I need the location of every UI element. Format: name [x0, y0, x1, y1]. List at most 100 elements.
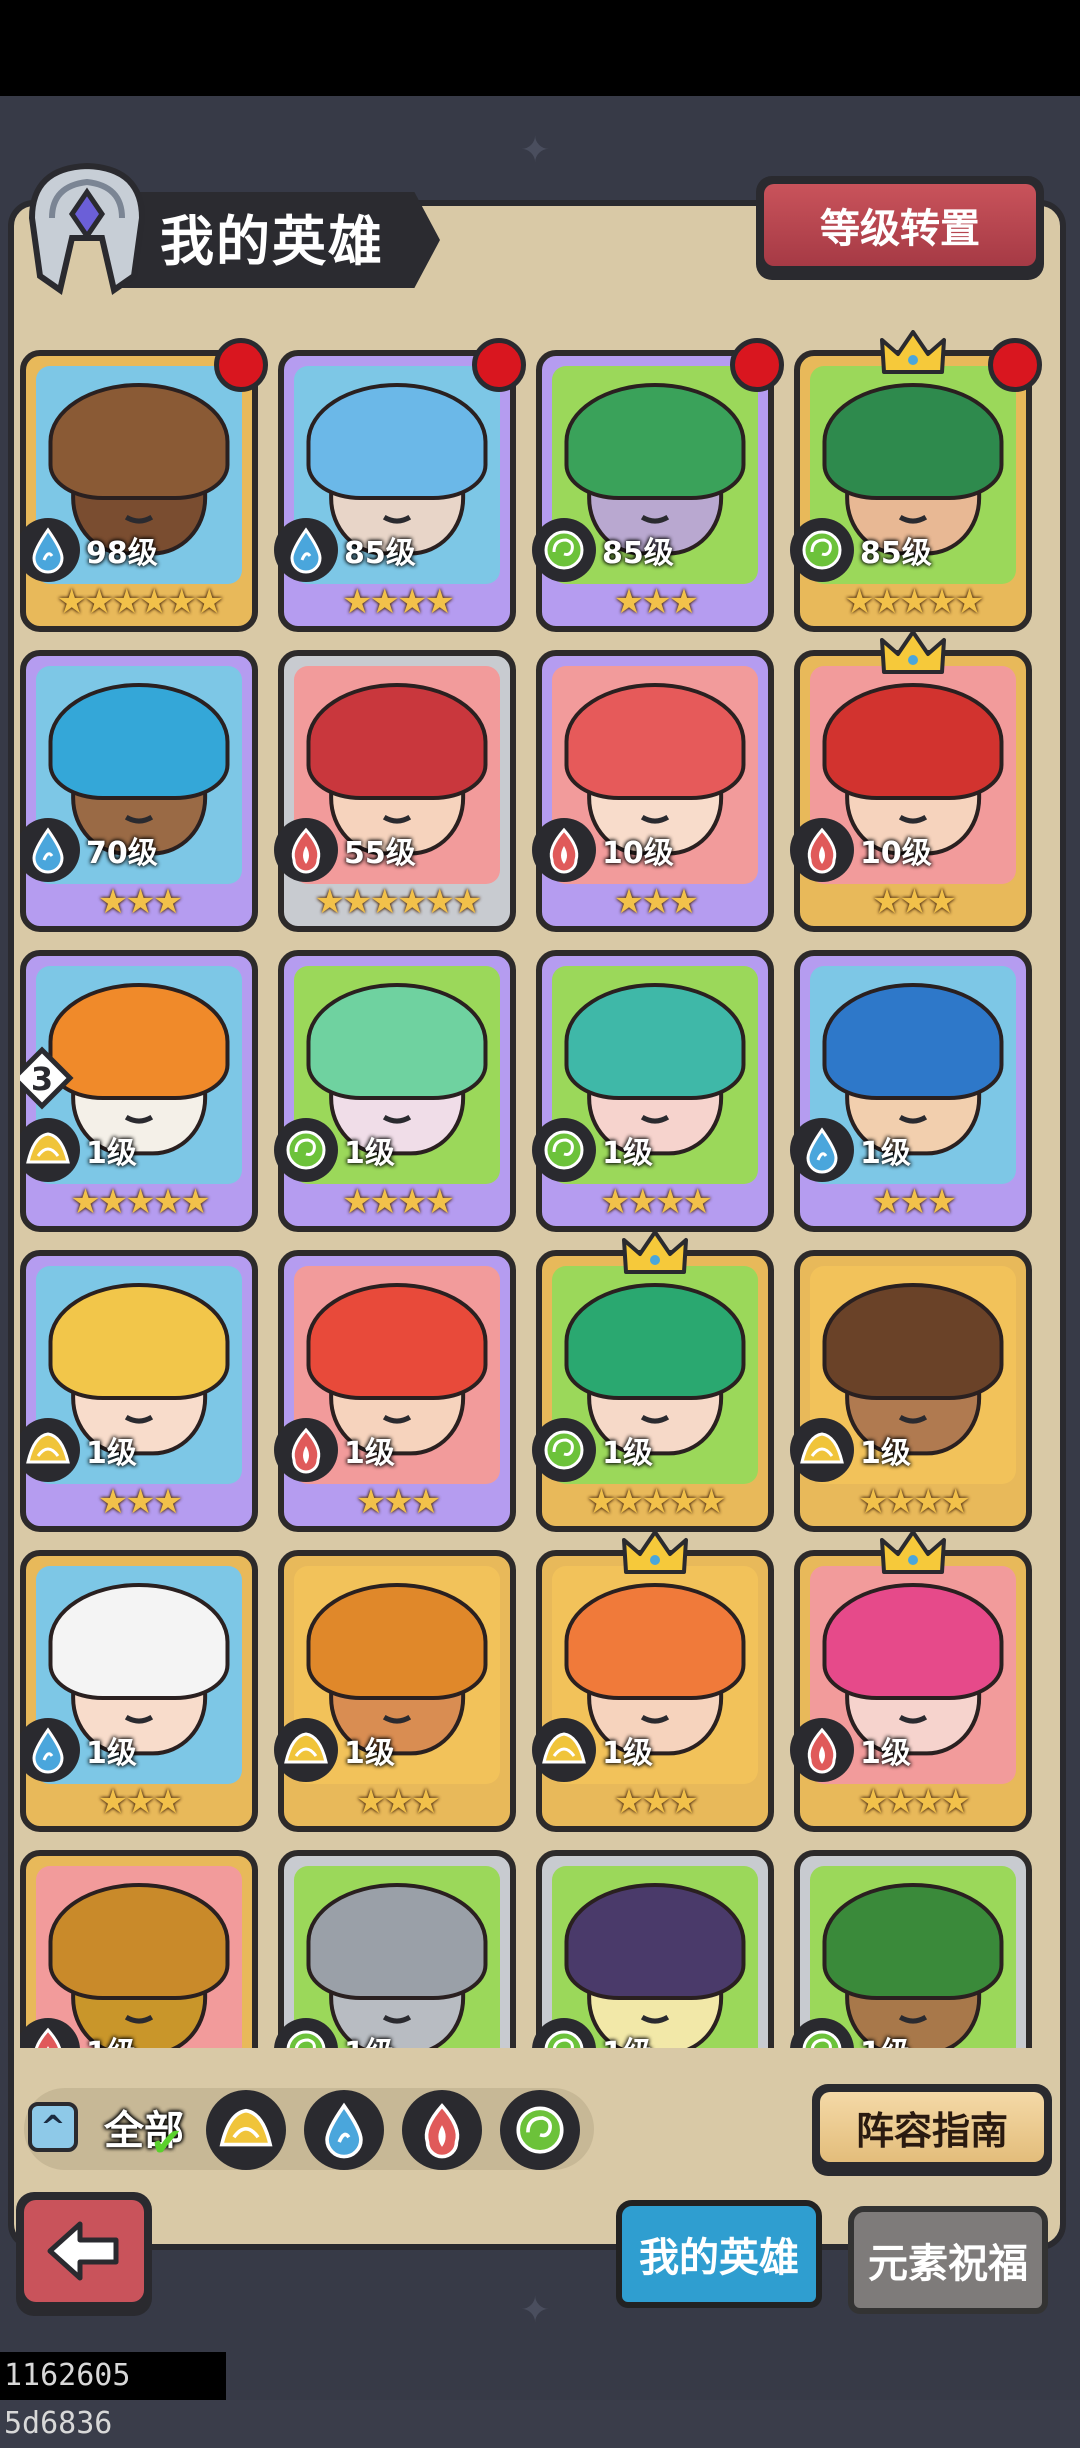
- hero-hair: [564, 983, 746, 1101]
- collapse-toggle-button[interactable]: ^: [28, 2102, 78, 2152]
- hero-level: 1级: [602, 2028, 653, 2048]
- hero-stars: ★★★: [613, 1782, 699, 1822]
- hero-stars: ★★★: [613, 582, 699, 622]
- hero-card[interactable]: 1级 ★★★: [274, 1550, 516, 1832]
- hero-stars: ★★★★: [858, 1782, 971, 1822]
- notification-dot: [988, 338, 1042, 392]
- tab-element-blessing[interactable]: 元素祝福: [848, 2206, 1048, 2314]
- build-id: 1162605 5d6836: [0, 2352, 226, 2441]
- hero-hair: [564, 1883, 746, 2001]
- rank-badge: 3: [20, 1046, 74, 1110]
- fire-element-icon: [274, 818, 338, 882]
- hero-level: 1级: [860, 1736, 911, 1771]
- hero-grid[interactable]: 98级 ★★★★★★ 85级 ★★★★ 85级 ★★★ 85级 ★★★★★ 70级 ★★★ 55级 ★…: [20, 330, 1060, 2048]
- hero-level: 98级: [86, 536, 158, 571]
- hero-card[interactable]: 85级 ★★★: [532, 338, 784, 632]
- hero-hair: [564, 1283, 746, 1401]
- hero-card[interactable]: 1级 ★★★★: [790, 1530, 1032, 1832]
- hero-stars: ★★★: [355, 1482, 441, 1522]
- hero-level: 85级: [344, 536, 416, 571]
- hero-stars: ★★★: [97, 1782, 183, 1822]
- filter-earth-icon[interactable]: [206, 2090, 286, 2170]
- wind-element-icon: [532, 1418, 596, 1482]
- crown-icon: [880, 1530, 946, 1574]
- hero-hair: [306, 1583, 488, 1701]
- hero-portrait: [810, 1866, 1016, 2048]
- fire-element-icon: [274, 1418, 338, 1482]
- crown-icon: [880, 630, 946, 674]
- hero-hair: [822, 383, 1004, 501]
- hero-hair: [822, 1583, 1004, 1701]
- hero-stars: ★★★★: [600, 1182, 713, 1222]
- hero-portrait: [294, 1866, 500, 2048]
- filter-water-icon[interactable]: [304, 2090, 384, 2170]
- hero-level: 85级: [602, 536, 674, 571]
- hero-level: 55级: [344, 836, 416, 871]
- filter-wind-icon[interactable]: [500, 2090, 580, 2170]
- hero-level: 1级: [86, 2028, 137, 2048]
- hero-card[interactable]: 1级: [274, 1850, 516, 2048]
- hero-level: 1级: [602, 1436, 653, 1471]
- earth-element-icon: [532, 1718, 596, 1782]
- hero-stars: ★★★★★★: [314, 882, 483, 922]
- hero-card[interactable]: 70级 ★★★: [20, 650, 258, 932]
- lineup-guide-button[interactable]: 阵容指南: [812, 2084, 1052, 2176]
- level-transfer-button[interactable]: 等级转置: [756, 176, 1044, 280]
- hero-hair: [564, 683, 746, 801]
- wind-element-icon: [274, 1118, 338, 1182]
- hero-card[interactable]: 85级 ★★★★★: [790, 330, 1042, 632]
- wind-element-icon: [532, 1118, 596, 1182]
- hero-hair: [48, 683, 230, 801]
- hero-hair: [564, 1583, 746, 1701]
- tab-my-heroes[interactable]: 我的英雄: [616, 2200, 822, 2308]
- notification-dot: [214, 338, 268, 392]
- hero-level: 85级: [860, 536, 932, 571]
- crown-icon: [622, 1530, 688, 1574]
- hero-stars: ★★★: [97, 1482, 183, 1522]
- hero-level: 70级: [86, 836, 158, 871]
- hero-card[interactable]: 1级 ★★★: [20, 1550, 258, 1832]
- fire-element-icon: [532, 818, 596, 882]
- hero-card[interactable]: 1级 ★★★: [790, 950, 1032, 1232]
- hero-card[interactable]: 10级 ★★★: [790, 630, 1032, 932]
- hero-card[interactable]: 98级 ★★★★★★: [20, 338, 268, 632]
- hero-hair: [48, 383, 230, 501]
- hero-card[interactable]: 1级 ★★★★: [790, 1250, 1032, 1532]
- hero-level: 10级: [860, 836, 932, 871]
- hero-hair: [822, 1283, 1004, 1401]
- hero-level: 1级: [344, 2028, 395, 2048]
- hero-card[interactable]: 1级: [20, 1850, 258, 2048]
- hero-stars: ★★★★★: [844, 582, 984, 622]
- hero-level: 1级: [86, 1736, 137, 1771]
- hero-stars: ★★★★: [342, 582, 455, 622]
- hero-hair: [48, 1583, 230, 1701]
- hero-card[interactable]: 10级 ★★★: [532, 650, 774, 932]
- hero-hair: [48, 1283, 230, 1401]
- page-title: 我的英雄: [160, 210, 384, 273]
- water-element-icon: [790, 1118, 854, 1182]
- hero-level: 1级: [860, 1136, 911, 1171]
- hero-card[interactable]: 1级: [790, 1850, 1032, 2048]
- hero-card[interactable]: 1级 ★★★★★: [532, 1230, 774, 1532]
- hero-card[interactable]: 55级 ★★★★★★: [274, 650, 516, 932]
- hero-card[interactable]: 1级: [532, 1850, 774, 2048]
- back-button[interactable]: [16, 2192, 152, 2316]
- hero-stars: ★★★: [871, 1182, 957, 1222]
- hero-hair: [822, 683, 1004, 801]
- check-icon: ✔: [150, 2120, 184, 2166]
- hero-card[interactable]: 1级 ★★★: [532, 1530, 774, 1832]
- hero-portrait: [552, 1866, 758, 2048]
- water-element-icon: [20, 518, 80, 582]
- hero-card[interactable]: 1级 ★★★★: [274, 950, 516, 1232]
- hero-card[interactable]: 1级 ★★★★: [532, 950, 774, 1232]
- hero-card[interactable]: 1级 ★★★: [274, 1250, 516, 1532]
- decor-star-icon: ✦: [520, 130, 551, 171]
- filter-fire-icon[interactable]: [402, 2090, 482, 2170]
- hero-stars: ★★★★★: [70, 1182, 210, 1222]
- hero-level: 10级: [602, 836, 674, 871]
- hero-card[interactable]: 1级 ★★★★★ 3: [20, 950, 258, 1232]
- hero-card[interactable]: 85级 ★★★★: [274, 338, 526, 632]
- hero-card[interactable]: 1级 ★★★: [20, 1250, 258, 1532]
- decor-star-icon: ✦: [520, 2290, 551, 2331]
- hero-hair: [306, 383, 488, 501]
